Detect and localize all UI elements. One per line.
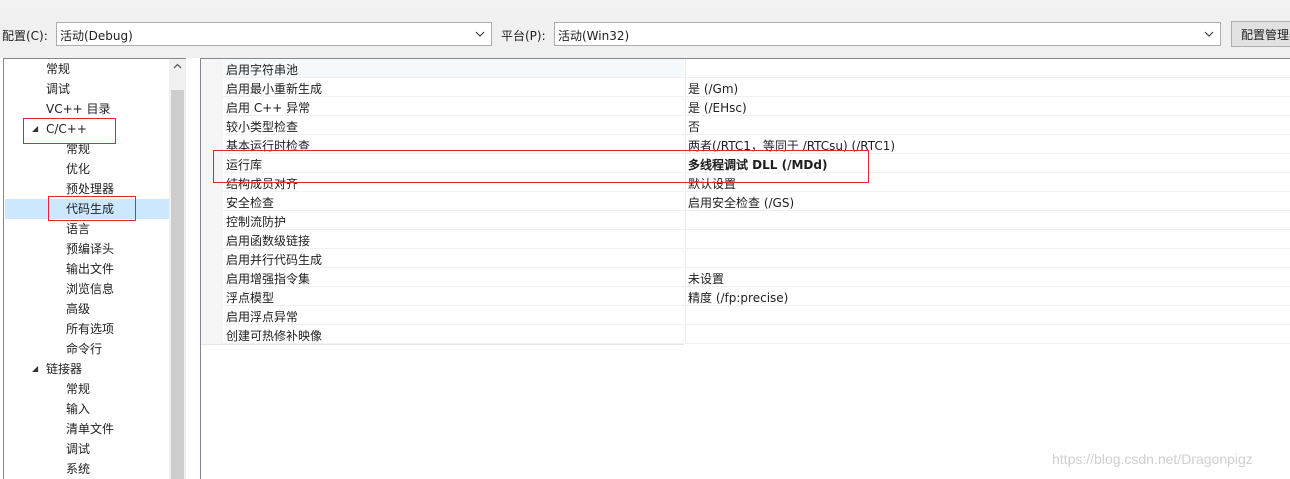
property-value[interactable]: 精度 (/fp:precise) [685, 287, 1290, 306]
tree-item-optimization[interactable]: 优化 [66, 159, 90, 179]
property-value[interactable] [685, 230, 1290, 249]
property-name: 启用增强指令集 [223, 268, 684, 287]
scroll-up-icon[interactable] [169, 59, 186, 76]
tree-item-linker[interactable]: 链接器 [46, 359, 82, 379]
property-value[interactable] [685, 325, 1290, 344]
property-name: 启用 C++ 异常 [223, 97, 684, 116]
property-value[interactable] [685, 306, 1290, 325]
property-value[interactable]: 否 [685, 116, 1290, 135]
property-row[interactable]: 基本运行时检查 两者(/RTC1，等同于 /RTCsu) (/RTC1) [201, 135, 1290, 154]
tree-scrollbar[interactable] [169, 59, 186, 479]
config-label: 配置(C): [2, 29, 48, 43]
property-row[interactable]: 启用最小重新生成 是 (/Gm) [201, 78, 1290, 97]
grid-divider [201, 344, 684, 345]
property-row[interactable]: 结构成员对齐 默认设置 [201, 173, 1290, 192]
property-row[interactable]: 启用并行代码生成 [201, 249, 1290, 268]
config-manager-button[interactable]: 配置管理器 [1231, 21, 1290, 47]
tree-item-output-files[interactable]: 输出文件 [66, 259, 114, 279]
tree-item-cpp[interactable]: C/C++ [46, 119, 87, 139]
expand-triangle-icon[interactable]: ◢ [32, 119, 42, 139]
property-name: 较小类型检查 [223, 116, 684, 135]
property-tree: 常规 调试 VC++ 目录 ◢ C/C++ 常规 优化 预处理器 代码生成 语言… [3, 58, 186, 479]
watermark: https://blog.csdn.net/Dragonpigz [1052, 451, 1253, 467]
property-name: 运行库 [223, 154, 684, 173]
tree-item-manifest-file[interactable]: 清单文件 [66, 419, 114, 439]
property-value[interactable]: 默认设置 [685, 173, 1290, 192]
tree-item-linker-debugging[interactable]: 调试 [66, 439, 90, 459]
property-grid: 启用字符串池 启用最小重新生成 是 (/Gm) 启用 C++ 异常 是 (/EH… [200, 58, 1290, 479]
tree-item-debugging[interactable]: 调试 [46, 79, 70, 99]
property-row[interactable]: 较小类型检查 否 [201, 116, 1290, 135]
property-row[interactable]: 浮点模型 精度 (/fp:precise) [201, 287, 1290, 306]
property-name: 控制流防护 [223, 211, 684, 230]
config-dropdown-value: 活动(Debug) [60, 29, 133, 43]
tree-item-general[interactable]: 常规 [46, 59, 70, 79]
property-row[interactable]: 启用字符串池 [201, 59, 1290, 78]
tree-item-precompiled-headers[interactable]: 预编译头 [66, 239, 114, 259]
platform-label: 平台(P): [501, 29, 546, 43]
property-name: 浮点模型 [223, 287, 684, 306]
property-value[interactable]: 是 (/Gm) [685, 78, 1290, 97]
runtime-library-value[interactable]: 多线程调试 DLL (/MDd) [685, 154, 1290, 173]
property-name: 启用字符串池 [223, 59, 684, 78]
tree-item-cpp-general[interactable]: 常规 [66, 139, 90, 159]
top-strip [0, 0, 1290, 8]
platform-dropdown-value: 活动(Win32) [558, 29, 630, 43]
config-dropdown[interactable]: 活动(Debug) [56, 22, 492, 46]
tree-item-vc-directories[interactable]: VC++ 目录 [46, 99, 111, 119]
tree-item-input[interactable]: 输入 [66, 399, 90, 419]
tree-item-code-generation[interactable]: 代码生成 [5, 199, 169, 219]
chevron-down-icon [475, 29, 485, 39]
property-row-runtime-library[interactable]: 运行库 多线程调试 DLL (/MDd) [201, 154, 1290, 173]
property-value[interactable] [685, 211, 1290, 230]
property-value[interactable] [685, 249, 1290, 268]
property-row[interactable]: 启用增强指令集 未设置 [201, 268, 1290, 287]
property-row[interactable]: 创建可热修补映像 [201, 325, 1290, 344]
property-row[interactable]: 控制流防护 [201, 211, 1290, 230]
tree-item-language[interactable]: 语言 [66, 219, 90, 239]
config-toolbar: 配置(C): 活动(Debug) 平台(P): 活动(Win32) 配置管理器 [0, 8, 1290, 58]
tree-item-advanced[interactable]: 高级 [66, 299, 90, 319]
property-name: 启用并行代码生成 [223, 249, 684, 268]
property-name: 安全检查 [223, 192, 684, 211]
property-name: 启用浮点异常 [223, 306, 684, 325]
property-name: 启用最小重新生成 [223, 78, 684, 97]
property-row[interactable]: 启用函数级链接 [201, 230, 1290, 249]
property-value[interactable]: 启用安全检查 (/GS) [685, 192, 1290, 211]
tree-item-browse-information[interactable]: 浏览信息 [66, 279, 114, 299]
property-value[interactable] [685, 59, 1290, 78]
property-value[interactable]: 两者(/RTC1，等同于 /RTCsu) (/RTC1) [685, 135, 1290, 154]
property-name: 创建可热修补映像 [223, 325, 684, 344]
property-value[interactable]: 是 (/EHsc) [685, 97, 1290, 116]
tree-item-system[interactable]: 系统 [66, 459, 90, 479]
property-row[interactable]: 启用 C++ 异常 是 (/EHsc) [201, 97, 1290, 116]
property-name: 基本运行时检查 [223, 135, 684, 154]
property-row[interactable]: 启用浮点异常 [201, 306, 1290, 325]
tree-item-command-line[interactable]: 命令行 [66, 339, 102, 359]
property-row[interactable]: 安全检查 启用安全检查 (/GS) [201, 192, 1290, 211]
platform-dropdown[interactable]: 活动(Win32) [554, 22, 1221, 46]
tree-item-all-options[interactable]: 所有选项 [66, 319, 114, 339]
property-name: 启用函数级链接 [223, 230, 684, 249]
tree-item-linker-general[interactable]: 常规 [66, 379, 90, 399]
chevron-down-icon [1204, 29, 1214, 39]
property-value[interactable]: 未设置 [685, 268, 1290, 287]
tree-item-preprocessor[interactable]: 预处理器 [66, 179, 114, 199]
property-name: 结构成员对齐 [223, 173, 684, 192]
tree-scroll-thumb[interactable] [171, 90, 184, 479]
expand-triangle-icon[interactable]: ◢ [32, 359, 42, 379]
